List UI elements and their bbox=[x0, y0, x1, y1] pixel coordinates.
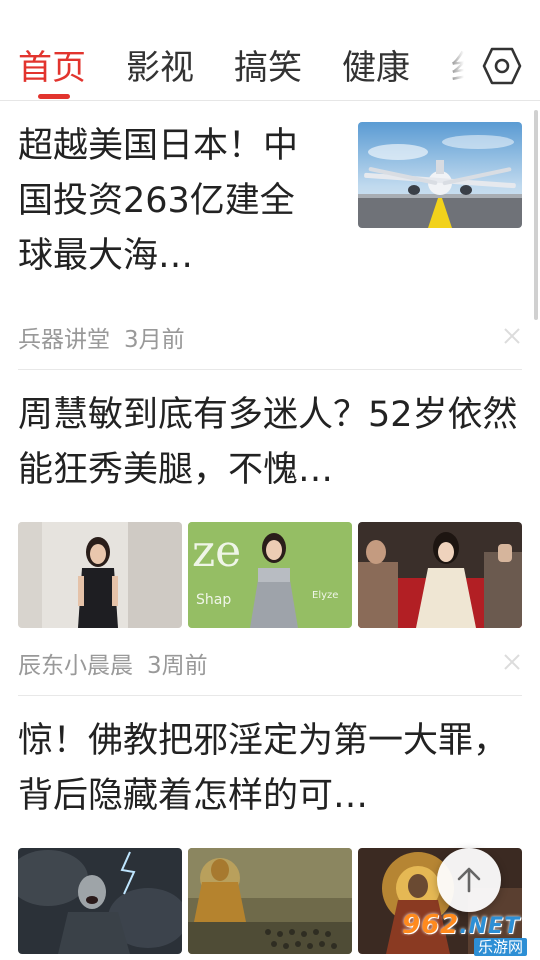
tab-movies[interactable]: 影视 bbox=[126, 46, 194, 90]
svg-text:Shap: Shap bbox=[196, 592, 231, 608]
watermark-suffix: .NET bbox=[459, 914, 521, 939]
article-card[interactable]: 周慧敏到底有多迷人？52岁依然能狂秀美腿，不愧… ze Shap Elyze 辰… bbox=[0, 370, 540, 696]
dismiss-icon[interactable] bbox=[502, 652, 522, 672]
article-feed: 超越美国日本！中国投资263亿建全球最大海… 兵器讲堂 3月前 周慧敏到底有多迷… bbox=[0, 100, 540, 960]
site-watermark-logo: 962.NET 乐游网 bbox=[398, 908, 538, 958]
category-tab-bar: 首页 影视 搞笑 健康 纟 bbox=[0, 32, 540, 101]
article-thumbnail bbox=[358, 522, 522, 628]
tab-funny[interactable]: 搞笑 bbox=[234, 46, 302, 90]
article-thumbnail bbox=[18, 522, 182, 628]
watermark-subtitle: 乐游网 bbox=[474, 938, 528, 956]
tab-health[interactable]: 健康 bbox=[342, 46, 410, 90]
article-meta: 辰东小晨晨 3周前 bbox=[18, 646, 208, 680]
article-title: 超越美国日本！中国投资263亿建全球最大海… bbox=[18, 126, 299, 276]
article-thumbnail: ze Shap Elyze bbox=[188, 522, 352, 628]
svg-text:Elyze: Elyze bbox=[312, 590, 338, 601]
article-source: 兵器讲堂 bbox=[18, 327, 110, 353]
article-meta: 兵器讲堂 3月前 bbox=[18, 320, 185, 354]
dismiss-icon[interactable] bbox=[502, 326, 522, 346]
article-time: 3周前 bbox=[147, 653, 208, 679]
news-feed-screen: 首页 影视 搞笑 健康 纟 超越美国日本！中国投资263亿建全球最大海… bbox=[0, 0, 540, 960]
active-tab-indicator bbox=[38, 94, 70, 99]
article-title: 惊！佛教把邪淫定为第一大罪，背后隐藏着怎样的可… bbox=[18, 721, 509, 816]
back-to-top-button[interactable] bbox=[437, 848, 501, 912]
article-thumbnail bbox=[188, 848, 352, 954]
hexagon-settings-icon bbox=[482, 47, 522, 85]
arrow-up-icon bbox=[457, 867, 481, 893]
article-source: 辰东小晨晨 bbox=[18, 653, 133, 679]
article-thumbnail bbox=[18, 848, 182, 954]
settings-button[interactable] bbox=[440, 32, 540, 100]
watermark-brand: 962 bbox=[402, 910, 460, 940]
article-time: 3月前 bbox=[124, 327, 185, 353]
article-title: 周慧敏到底有多迷人？52岁依然能狂秀美腿，不愧… bbox=[18, 395, 518, 490]
tab-home[interactable]: 首页 bbox=[18, 46, 86, 90]
svg-text:ze: ze bbox=[192, 526, 241, 577]
scroll-indicator bbox=[534, 110, 538, 320]
article-card[interactable]: 超越美国日本！中国投资263亿建全球最大海… 兵器讲堂 3月前 bbox=[0, 100, 540, 370]
article-thumbnail bbox=[358, 122, 522, 228]
